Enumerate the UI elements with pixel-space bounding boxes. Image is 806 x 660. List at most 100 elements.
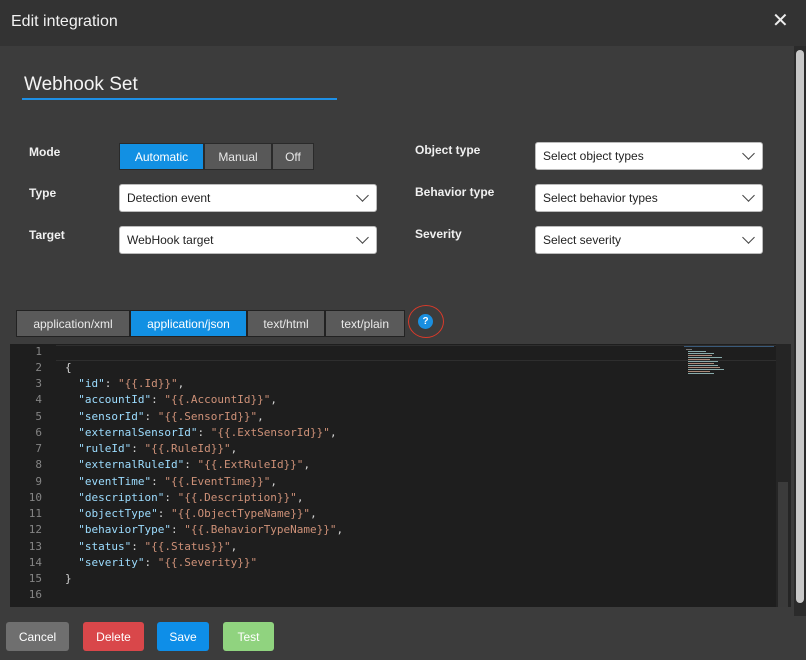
line-number: 7 xyxy=(35,442,42,455)
chevron-down-icon xyxy=(742,147,755,160)
json-key: "severity" xyxy=(78,556,145,569)
object-type-label: Object type xyxy=(415,143,481,157)
dialog-scrollbar[interactable] xyxy=(794,46,806,616)
json-separator: , xyxy=(303,458,311,471)
current-line-highlight xyxy=(56,345,776,361)
dialog-title: Edit integration xyxy=(11,13,118,30)
chevron-down-icon xyxy=(356,231,369,244)
target-select-value: WebHook target xyxy=(127,233,214,247)
type-label: Type xyxy=(29,186,57,200)
code-line: "description": "{{.Description}}", xyxy=(78,491,304,504)
object-type-select-value: Select object types xyxy=(543,149,644,163)
severity-label: Severity xyxy=(415,227,462,241)
mode-label: Mode xyxy=(29,145,61,159)
json-separator: , xyxy=(270,475,277,488)
code-line: "status": "{{.Status}}", xyxy=(78,540,238,553)
json-separator: , xyxy=(270,393,277,406)
severity-select[interactable]: Select severity xyxy=(535,226,763,254)
test-button[interactable]: Test xyxy=(223,622,274,651)
code-close-brace: } xyxy=(65,572,72,585)
json-key: "description" xyxy=(78,491,165,504)
code-line: "sensorId": "{{.SensorId}}", xyxy=(78,410,264,423)
chevron-down-icon xyxy=(356,189,369,202)
delete-button[interactable]: Delete xyxy=(83,622,144,651)
close-icon[interactable]: ✕ xyxy=(772,11,789,31)
json-key: "behaviorType" xyxy=(78,523,171,536)
json-value: "{{.RuleId}}" xyxy=(144,442,231,455)
mode-off-button[interactable]: Off xyxy=(272,143,314,170)
behavior-type-select[interactable]: Select behavior types xyxy=(535,184,763,212)
object-type-select[interactable]: Select object types xyxy=(535,142,763,170)
json-key: "accountId" xyxy=(78,393,152,406)
cancel-button[interactable]: Cancel xyxy=(6,622,69,651)
mode-manual-button[interactable]: Manual xyxy=(204,143,272,170)
target-select[interactable]: WebHook target xyxy=(119,226,377,254)
json-value: "{{.Status}}" xyxy=(144,540,231,553)
line-number: 5 xyxy=(35,410,42,423)
json-key: "externalRuleId" xyxy=(78,458,185,471)
dialog-header: Edit integration ✕ xyxy=(0,0,806,46)
json-key: "ruleId" xyxy=(78,442,132,455)
tab-text-html[interactable]: text/html xyxy=(247,310,325,337)
json-key: "objectType" xyxy=(78,507,158,520)
json-value: "{{.ExtRuleId}}" xyxy=(197,458,304,471)
tab-text-plain[interactable]: text/plain xyxy=(325,310,405,337)
target-label: Target xyxy=(29,228,65,242)
json-value: "{{.AccountId}}" xyxy=(164,393,271,406)
code-minimap[interactable] xyxy=(684,346,774,376)
line-number: 8 xyxy=(35,458,42,471)
json-value: "{{.Id}}" xyxy=(118,377,178,390)
json-value: "{{.ExtSensorId}}" xyxy=(210,426,330,439)
mode-automatic-button[interactable]: Automatic xyxy=(119,143,204,170)
json-separator: , xyxy=(257,410,264,423)
line-number: 15 xyxy=(28,572,42,585)
code-line: "accountId": "{{.AccountId}}", xyxy=(78,393,277,406)
template-code-editor[interactable]: 1 2 3 4 5 6 7 8 9 10 11 12 13 14 15 16 {… xyxy=(10,344,791,607)
code-line: "id": "{{.Id}}", xyxy=(78,377,185,390)
json-separator: , xyxy=(310,507,317,520)
json-key: "sensorId" xyxy=(78,410,145,423)
editor-scrollbar-thumb[interactable] xyxy=(778,482,788,607)
json-value: "{{.Description}}" xyxy=(177,491,297,504)
code-line: "objectType": "{{.ObjectTypeName}}", xyxy=(78,507,317,520)
code-line: "severity": "{{.Severity}}" xyxy=(78,556,258,569)
code-line: "eventTime": "{{.EventTime}}", xyxy=(78,475,277,488)
code-line: "externalRuleId": "{{.ExtRuleId}}", xyxy=(78,458,311,471)
json-value: "{{.Severity}}" xyxy=(157,556,258,569)
json-separator: , xyxy=(329,426,337,439)
line-number: 6 xyxy=(35,426,42,439)
json-key: "status" xyxy=(78,540,132,553)
json-separator: , xyxy=(296,491,304,504)
line-number: 13 xyxy=(28,540,42,553)
help-icon[interactable]: ? xyxy=(418,314,433,329)
integration-name-input[interactable] xyxy=(22,72,337,100)
json-separator: , xyxy=(336,523,344,536)
save-button[interactable]: Save xyxy=(157,622,209,651)
line-number: 10 xyxy=(28,491,42,504)
json-value: "{{.EventTime}}" xyxy=(164,475,271,488)
line-number: 9 xyxy=(35,475,42,488)
json-key: "id" xyxy=(78,377,105,390)
json-value: "{{.BehaviorTypeName}}" xyxy=(184,523,337,536)
json-separator: , xyxy=(230,540,238,553)
json-value: "{{.ObjectTypeName}}" xyxy=(170,507,311,520)
tab-application-json[interactable]: application/json xyxy=(130,310,247,337)
type-select-value: Detection event xyxy=(127,191,211,205)
behavior-type-select-value: Select behavior types xyxy=(543,191,658,205)
line-number: 3 xyxy=(35,377,42,390)
tab-application-xml[interactable]: application/xml xyxy=(16,310,130,337)
line-number: 1 xyxy=(35,345,42,358)
chevron-down-icon xyxy=(742,231,755,244)
line-number: 14 xyxy=(28,556,42,569)
line-number: 2 xyxy=(35,361,42,374)
dialog-scrollbar-thumb[interactable] xyxy=(796,50,804,603)
line-number: 4 xyxy=(35,393,42,406)
mode-toggle: Automatic Manual Off xyxy=(119,143,314,170)
line-number: 16 xyxy=(28,588,42,601)
code-open-brace: { xyxy=(65,361,72,374)
chevron-down-icon xyxy=(742,189,755,202)
line-number: 11 xyxy=(28,507,42,520)
code-line: "behaviorType": "{{.BehaviorTypeName}}", xyxy=(78,523,344,536)
json-key: "externalSensorId" xyxy=(78,426,198,439)
type-select[interactable]: Detection event xyxy=(119,184,377,212)
